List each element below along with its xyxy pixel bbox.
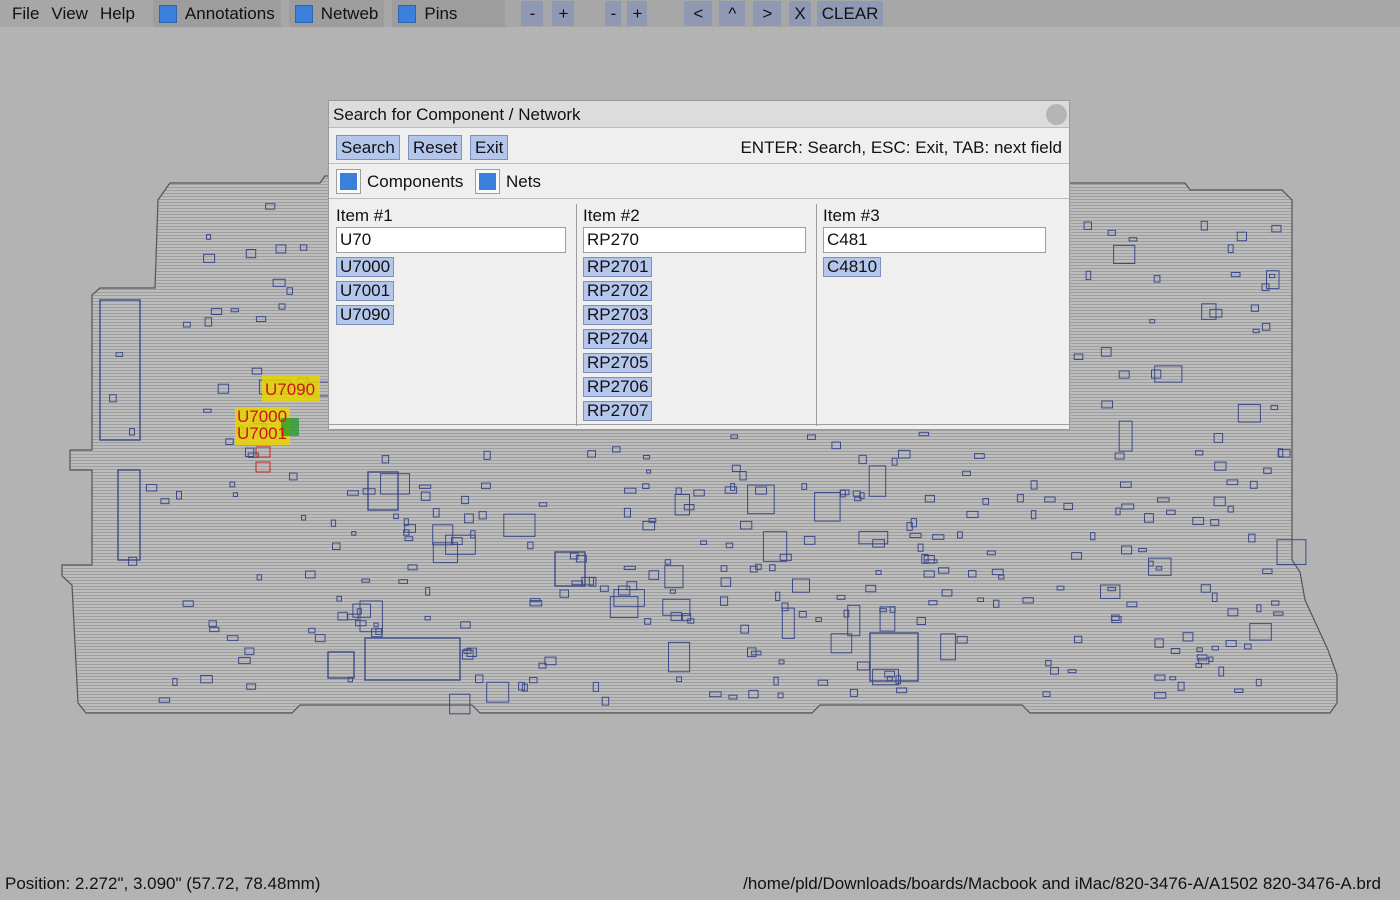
board-label-u7090: U7090 bbox=[265, 380, 316, 399]
clear-button[interactable]: CLEAR bbox=[816, 1, 884, 26]
result-item[interactable]: C4810 bbox=[823, 257, 882, 277]
checkbox-icon bbox=[158, 4, 177, 23]
reset-button[interactable]: Reset bbox=[408, 135, 463, 160]
checkbox-icon bbox=[294, 4, 313, 23]
menu-help[interactable]: Help bbox=[94, 0, 141, 27]
rotate-plus-button[interactable]: + bbox=[627, 1, 648, 26]
dialog-filters: Components Nets bbox=[329, 164, 1069, 199]
toggle-annotations[interactable]: Annotations bbox=[152, 0, 281, 27]
board-label-u7001: U7001 bbox=[237, 424, 288, 443]
result-item[interactable]: RP2702 bbox=[583, 281, 653, 301]
menu-file[interactable]: File bbox=[6, 0, 45, 27]
keyboard-hint: ENTER: Search, ESC: Exit, TAB: next fiel… bbox=[740, 138, 1062, 157]
toggle-annotations-label: Annotations bbox=[184, 3, 275, 23]
column-separator bbox=[576, 204, 577, 426]
checkbox-checked-icon bbox=[336, 169, 361, 194]
item-1-input[interactable]: U70 bbox=[336, 227, 566, 253]
result-item[interactable]: RP2703 bbox=[583, 305, 653, 325]
result-item[interactable]: RP2704 bbox=[583, 329, 653, 349]
search-column-2: Item #2 RP270 RP2701 RP2702 RP2703 RP270… bbox=[583, 201, 808, 429]
dialog-title: Search for Component / Network bbox=[333, 105, 581, 124]
components-checkbox[interactable]: Components bbox=[336, 169, 463, 194]
result-item[interactable]: RP2705 bbox=[583, 353, 653, 373]
toggle-pins[interactable]: Pins bbox=[392, 0, 506, 27]
zoom-in-button[interactable]: + bbox=[552, 1, 575, 26]
result-item[interactable]: RP2707 bbox=[583, 401, 653, 421]
components-label: Components bbox=[367, 171, 464, 191]
up-button[interactable]: ^ bbox=[719, 1, 746, 26]
menu-view[interactable]: View bbox=[45, 0, 94, 27]
item-2-label: Item #2 bbox=[583, 206, 640, 225]
result-item[interactable]: U7000 bbox=[336, 257, 395, 277]
toggle-netweb[interactable]: Netweb bbox=[288, 0, 385, 27]
zoom-out-button[interactable]: - bbox=[521, 1, 544, 26]
toggle-pins-label: Pins bbox=[424, 3, 458, 23]
search-column-1: Item #1 U70 U7000 U7001 U7090 bbox=[336, 201, 571, 429]
item-1-label: Item #1 bbox=[336, 206, 393, 225]
search-button[interactable]: Search bbox=[336, 135, 400, 160]
result-item[interactable]: RP2701 bbox=[583, 257, 653, 277]
dialog-close-icon[interactable] bbox=[1046, 104, 1067, 125]
checkbox-icon bbox=[398, 4, 417, 23]
close-button[interactable]: X bbox=[789, 1, 811, 26]
item-3-input[interactable]: C481 bbox=[823, 227, 1046, 253]
cursor-position: Position: 2.272", 3.090" (57.72, 78.48mm… bbox=[5, 874, 321, 893]
exit-button[interactable]: Exit bbox=[470, 135, 509, 160]
search-dialog: Search for Component / Network Search Re… bbox=[328, 100, 1070, 430]
item-2-input[interactable]: RP270 bbox=[583, 227, 806, 253]
checkbox-checked-icon bbox=[475, 169, 500, 194]
result-item[interactable]: RP2706 bbox=[583, 377, 653, 397]
toggle-netweb-label: Netweb bbox=[320, 3, 379, 23]
prev-button[interactable]: < bbox=[684, 1, 713, 26]
menu-bar: File View Help Annotations Netweb Pins -… bbox=[0, 0, 1400, 27]
item-3-label: Item #3 bbox=[823, 206, 880, 225]
nets-label: Nets bbox=[506, 171, 541, 191]
nets-checkbox[interactable]: Nets bbox=[475, 169, 541, 194]
column-separator bbox=[816, 204, 817, 426]
result-item[interactable]: U7090 bbox=[336, 305, 395, 325]
status-bar: Position: 2.272", 3.090" (57.72, 78.48mm… bbox=[0, 869, 1400, 900]
result-item[interactable]: U7001 bbox=[336, 281, 395, 301]
file-path: /home/pld/Downloads/boards/Macbook and i… bbox=[743, 874, 1381, 893]
rotate-minus-button[interactable]: - bbox=[605, 1, 622, 26]
next-button[interactable]: > bbox=[753, 1, 782, 26]
search-column-3: Item #3 C481 C4810 bbox=[823, 201, 1063, 429]
dialog-actions: Search Reset Exit ENTER: Search, ESC: Ex… bbox=[329, 128, 1069, 164]
dialog-titlebar[interactable]: Search for Component / Network bbox=[329, 101, 1069, 128]
